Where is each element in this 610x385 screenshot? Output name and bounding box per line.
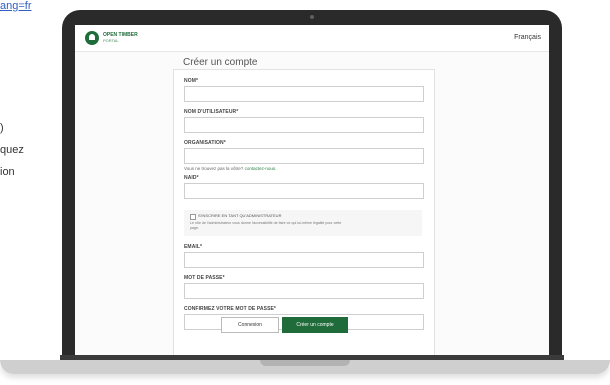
background-text-1: ) [0, 122, 4, 134]
logo-text: OPEN TIMBER PORTAL [103, 32, 138, 44]
login-button[interactable]: Connexion [221, 317, 279, 333]
organisation-field[interactable] [184, 148, 424, 164]
app-header: OPEN TIMBER PORTAL Français [75, 25, 549, 52]
confirm-password-label: CONFIRMEZ VOTRE MOT DE PASSE* [184, 306, 276, 312]
naid-field[interactable] [184, 183, 424, 199]
background-link[interactable]: ang=fr [0, 0, 32, 12]
username-field[interactable] [184, 117, 424, 133]
admin-checkbox-label: S'INSCRIRE EN TANT QU'ADMINISTRATEUR [198, 213, 282, 218]
contact-us-link[interactable]: contactez-nous. [245, 166, 277, 171]
admin-checkbox-description: Le rôle de l'administrateur vous donne l… [190, 221, 342, 230]
organisation-helper-text: Vous ne trouvez pas la vôtre? [184, 166, 244, 171]
username-label: NOM D'UTILISATEUR* [184, 109, 239, 115]
nom-field[interactable] [184, 86, 424, 102]
email-label: EMAIL* [184, 244, 203, 250]
password-label: MOT DE PASSE* [184, 275, 225, 281]
organisation-label: ORGANISATION* [184, 140, 226, 146]
logo[interactable]: OPEN TIMBER PORTAL [85, 31, 138, 45]
create-account-button[interactable]: Créer un compte [282, 317, 348, 333]
laptop-screen: OPEN TIMBER PORTAL Français Créer un com… [75, 25, 549, 359]
tree-logo-icon [85, 31, 99, 45]
admin-option: S'INSCRIRE EN TANT QU'ADMINISTRATEUR Le … [184, 210, 422, 236]
email-field[interactable] [184, 252, 424, 268]
background-text-2: quez [0, 144, 24, 156]
organisation-helper: Vous ne trouvez pas la vôtre? contactez-… [184, 166, 276, 171]
laptop-frame: OPEN TIMBER PORTAL Français Créer un com… [62, 10, 562, 364]
nom-label: NOM* [184, 78, 199, 84]
language-selector[interactable]: Français [514, 34, 541, 41]
background-text-3: ion [0, 166, 15, 178]
admin-checkbox[interactable] [190, 214, 196, 220]
page-title: Créer un compte [183, 57, 258, 68]
naid-label: NAID* [184, 175, 199, 181]
password-field[interactable] [184, 283, 424, 299]
camera-icon [310, 15, 314, 19]
logo-subtitle: PORTAL [103, 38, 119, 43]
signup-form: NOM* NOM D'UTILISATEUR* ORGANISATION* Vo… [173, 69, 435, 357]
laptop-base-notch [260, 360, 350, 366]
